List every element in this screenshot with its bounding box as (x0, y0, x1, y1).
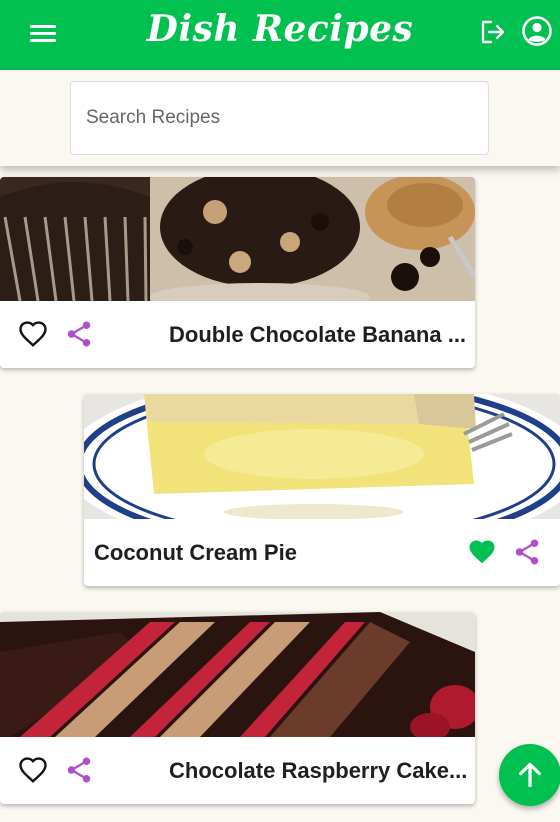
logout-icon[interactable] (478, 18, 506, 46)
scroll-to-top-button[interactable] (499, 744, 560, 806)
recipe-title: Double Chocolate Banana ... (169, 322, 467, 347)
recipe-card[interactable]: Coconut Cream Pie (84, 394, 560, 586)
share-icon[interactable] (64, 319, 94, 349)
search-bar (0, 70, 560, 166)
arrow-up-icon (519, 762, 541, 788)
recipe-image[interactable] (0, 612, 475, 737)
card-action-bar: Chocolate Raspberry Cake... (0, 736, 475, 804)
recipe-card[interactable]: Double Chocolate Banana ... (0, 177, 475, 368)
search-input[interactable] (70, 81, 489, 155)
heart-outline-icon[interactable] (18, 755, 48, 785)
app-bar: Dish Recipes (0, 0, 560, 70)
recipe-image[interactable] (84, 394, 560, 519)
recipe-image[interactable] (0, 177, 475, 301)
heart-outline-icon[interactable] (18, 319, 48, 349)
app-title: Dish Recipes (146, 8, 414, 50)
recipe-card[interactable]: Chocolate Raspberry Cake... (0, 612, 475, 804)
account-circle-icon[interactable] (522, 16, 552, 46)
share-icon[interactable] (512, 537, 542, 567)
card-action-bar: Double Chocolate Banana ... (0, 300, 475, 368)
recipe-title: Chocolate Raspberry Cake... (169, 758, 468, 783)
card-action-bar: Coconut Cream Pie (84, 518, 560, 586)
heart-filled-icon[interactable] (467, 537, 497, 567)
share-icon[interactable] (64, 755, 94, 785)
recipe-title: Coconut Cream Pie (94, 540, 297, 565)
